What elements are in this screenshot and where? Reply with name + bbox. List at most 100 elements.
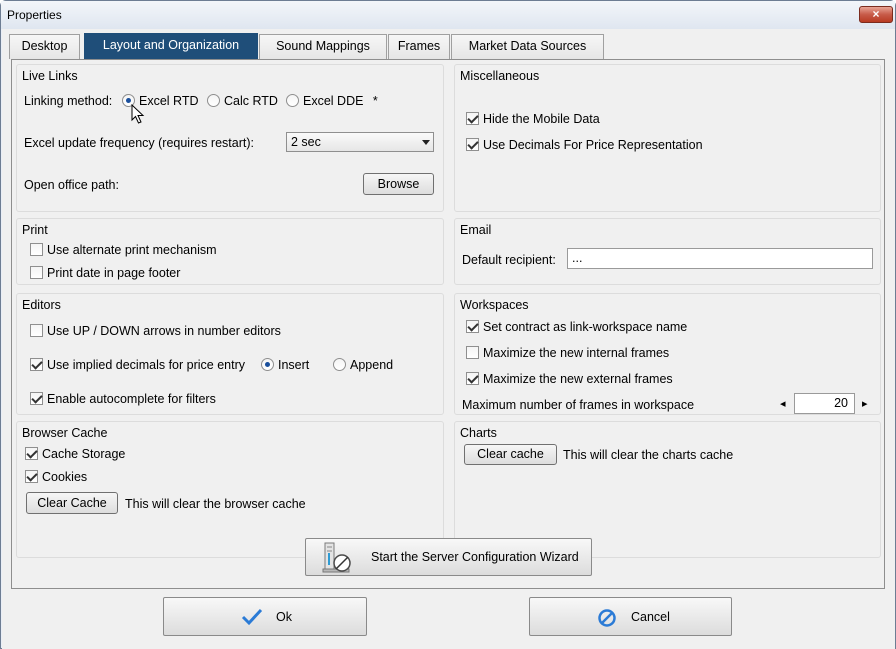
radio-label: Excel DDE (303, 94, 364, 108)
checkbox[interactable] (30, 358, 43, 371)
radio-calc-rtd[interactable]: Calc RTD (207, 94, 278, 108)
close-icon: × (872, 7, 880, 21)
cancel-label: Cancel (631, 610, 670, 624)
print-group: Print Use alternate print mechanism Prin… (16, 218, 444, 285)
chevron-down-icon (422, 140, 430, 145)
tab-market-data-sources[interactable]: Market Data Sources (451, 34, 604, 59)
checkbox[interactable] (30, 266, 43, 279)
increment-arrow-icon[interactable]: ▸ (862, 397, 868, 410)
tab-sound-mappings[interactable]: Sound Mappings (259, 34, 387, 59)
radio-button[interactable] (207, 94, 220, 107)
group-title: Miscellaneous (460, 69, 540, 83)
checkbox[interactable] (466, 320, 479, 333)
checkbox-hide-mobile-data[interactable]: Hide the Mobile Data (466, 112, 600, 126)
radio-excel-dde[interactable]: Excel DDE * (286, 94, 378, 108)
checkbox[interactable] (466, 346, 479, 359)
group-title: Email (460, 223, 492, 237)
frequency-label: Excel update frequency (requires restart… (24, 136, 254, 150)
tab-desktop[interactable]: Desktop (9, 34, 80, 59)
wizard-label: Start the Server Configuration Wizard (371, 550, 579, 564)
checkbox-set-contract[interactable]: Set contract as link-workspace name (466, 320, 687, 334)
radio-label: Excel RTD (139, 94, 199, 108)
recipient-input[interactable]: ... (567, 248, 873, 269)
checkbox-label: Use implied decimals for price entry (47, 358, 245, 372)
group-title: Live Links (22, 69, 78, 83)
close-button[interactable]: × (859, 6, 893, 23)
checkbox-label: Use Decimals For Price Representation (483, 138, 703, 152)
decrement-arrow-icon[interactable]: ◂ (780, 397, 786, 410)
editors-group: Editors Use UP / DOWN arrows in number e… (16, 293, 444, 415)
radio-append[interactable]: Append (333, 358, 393, 372)
recipient-label: Default recipient: (462, 253, 556, 267)
office-path-label: Open office path: (24, 178, 119, 192)
radio-insert[interactable]: Insert (261, 358, 309, 372)
title-bar: Properties × (1, 1, 895, 29)
workspaces-group: Workspaces Set contract as link-workspac… (454, 293, 881, 415)
checkbox-label: Maximize the new internal frames (483, 346, 670, 360)
linking-method-label: Linking method: (24, 94, 113, 108)
checkbox-implied-decimals[interactable]: Use implied decimals for price entry (30, 358, 245, 372)
recipient-value: ... (572, 251, 583, 265)
checkbox-label: Cache Storage (42, 447, 126, 461)
group-title: Workspaces (460, 298, 529, 312)
radio-label: Append (350, 358, 394, 372)
charts-cache-note: This will clear the charts cache (563, 448, 734, 462)
checkbox-label: Use UP / DOWN arrows in number editors (47, 324, 281, 338)
checkbox-print-date[interactable]: Print date in page footer (30, 266, 180, 280)
checkbox[interactable] (25, 470, 38, 483)
live-links-group: Live Links Linking method: Excel RTD Cal… (16, 64, 444, 212)
ok-button[interactable]: Ok (163, 597, 367, 636)
radio-button[interactable] (333, 358, 346, 371)
max-frames-input[interactable]: 20 (794, 393, 855, 414)
tab-frames[interactable]: Frames (388, 34, 450, 59)
radio-button[interactable] (286, 94, 299, 107)
checkbox[interactable] (466, 112, 479, 125)
checkbox-label: Print date in page footer (47, 266, 181, 280)
checkbox-cookies[interactable]: Cookies (25, 470, 87, 484)
checkbox[interactable] (466, 138, 479, 151)
checkbox-max-external[interactable]: Maximize the new external frames (466, 372, 673, 386)
browse-button[interactable]: Browse (363, 173, 434, 195)
clear-browser-cache-button[interactable]: Clear Cache (26, 492, 118, 514)
checkbox-label: Enable autocomplete for filters (47, 392, 216, 406)
max-frames-label: Maximum number of frames in workspace (462, 398, 695, 412)
asterisk-note: * (372, 94, 378, 108)
properties-window: Properties × Desktop Layout and Organiza… (0, 0, 896, 649)
checkbox-updown-arrows[interactable]: Use UP / DOWN arrows in number editors (30, 324, 281, 338)
checkbox-use-decimals[interactable]: Use Decimals For Price Representation (466, 138, 703, 152)
window-title: Properties (7, 8, 62, 22)
checkbox-label: Use alternate print mechanism (47, 243, 217, 257)
checkbox[interactable] (466, 372, 479, 385)
checkbox[interactable] (30, 392, 43, 405)
group-title: Print (22, 223, 48, 237)
checkbox-alternate-print[interactable]: Use alternate print mechanism (30, 243, 217, 257)
dialog-body: Desktop Layout and Organization Sound Ma… (2, 29, 895, 649)
server-wizard-button[interactable]: Start the Server Configuration Wizard (305, 538, 592, 576)
radio-label: Calc RTD (224, 94, 278, 108)
checkbox[interactable] (25, 447, 38, 460)
tab-layout-and-organization[interactable]: Layout and Organization (84, 33, 258, 59)
checkbox[interactable] (30, 324, 43, 337)
checkbox[interactable] (30, 243, 43, 256)
frequency-dropdown[interactable]: 2 sec (286, 132, 434, 152)
tab-panel: Live Links Linking method: Excel RTD Cal… (11, 59, 885, 589)
ok-label: Ok (276, 610, 292, 624)
max-frames-value: 20 (834, 396, 848, 410)
checkmark-icon (241, 608, 263, 626)
miscellaneous-group: Miscellaneous Hide the Mobile Data Use D… (454, 64, 881, 212)
cancel-button[interactable]: Cancel (529, 597, 732, 636)
group-title: Editors (22, 298, 61, 312)
checkbox-label: Cookies (42, 470, 88, 484)
checkbox-autocomplete[interactable]: Enable autocomplete for filters (30, 392, 216, 406)
checkbox-label: Set contract as link-workspace name (483, 320, 688, 334)
server-config-wizard-icon (322, 542, 351, 573)
checkbox-max-internal[interactable]: Maximize the new internal frames (466, 346, 669, 360)
cancel-icon (598, 609, 616, 627)
group-title: Browser Cache (22, 426, 108, 440)
mouse-cursor-icon (131, 104, 145, 124)
frequency-value: 2 sec (291, 135, 321, 149)
checkbox-cache-storage[interactable]: Cache Storage (25, 447, 125, 461)
radio-button[interactable] (261, 358, 274, 371)
checkbox-label: Hide the Mobile Data (483, 112, 600, 126)
clear-charts-cache-button[interactable]: Clear cache (464, 444, 557, 465)
